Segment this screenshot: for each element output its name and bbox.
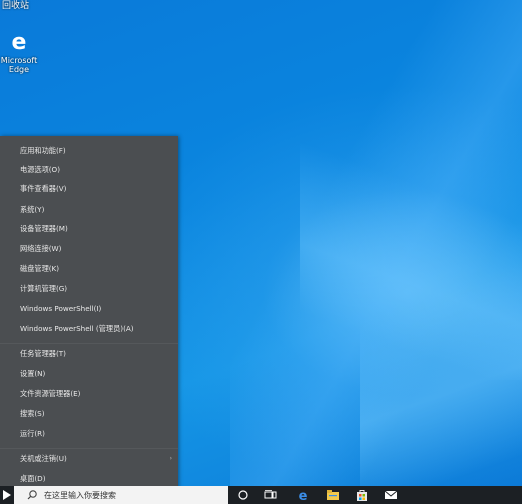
start-icon [3, 490, 11, 500]
edge-icon[interactable]: e [296, 488, 310, 502]
menu-item-network-connections[interactable]: 网络连接(W) [0, 240, 178, 258]
wallpaper-light-beam [360, 260, 522, 500]
wallpaper-light-beam [230, 0, 522, 500]
menu-item-file-explorer[interactable]: 文件资源管理器(E) [0, 385, 178, 403]
svg-text:e: e [299, 489, 308, 502]
edge-icon: e [6, 26, 32, 56]
menu-item-task-manager[interactable]: 任务管理器(T) [0, 345, 178, 363]
menu-item-settings[interactable]: 设置(N) [0, 365, 178, 383]
menu-separator [0, 343, 178, 344]
start-button[interactable] [0, 486, 14, 504]
menu-item-event-viewer[interactable]: 事件查看器(V) [0, 180, 178, 198]
desktop-icon-edge[interactable]: e Microsoft Edge [0, 26, 38, 74]
menu-item-system[interactable]: 系统(Y) [0, 201, 178, 219]
desktop-recycle-bin-label[interactable]: 回收站 [2, 0, 29, 11]
menu-item-disk-management[interactable]: 磁盘管理(K) [0, 260, 178, 278]
menu-item-computer-management[interactable]: 计算机管理(G) [0, 280, 178, 298]
explorer-icon[interactable] [326, 488, 340, 502]
taskbar: 在这里输入你要搜索 e [0, 486, 522, 504]
search-input[interactable]: 在这里输入你要搜索 [44, 490, 116, 501]
taskbar-search-box[interactable]: 在这里输入你要搜索 [14, 486, 228, 504]
menu-item-label: 关机或注销(U) [20, 454, 67, 463]
search-icon [27, 490, 37, 500]
chevron-right-icon: › [169, 455, 172, 462]
desktop-icon-label: Microsoft Edge [0, 56, 38, 74]
task-view-icon[interactable] [264, 488, 278, 502]
winx-quick-link-menu: 应用和功能(F) 电源选项(O) 事件查看器(V) 系统(Y) 设备管理器(M)… [0, 136, 178, 490]
menu-item-search[interactable]: 搜索(S) [0, 405, 178, 423]
menu-item-device-manager[interactable]: 设备管理器(M) [0, 220, 178, 238]
menu-item-run[interactable]: 运行(R) [0, 425, 178, 443]
menu-item-apps-and-features[interactable]: 应用和功能(F) [0, 142, 178, 160]
store-icon[interactable] [355, 488, 369, 502]
cortana-icon[interactable] [236, 488, 250, 502]
menu-item-shutdown-or-sign-out[interactable]: 关机或注销(U) › [0, 450, 178, 468]
mail-icon[interactable] [384, 488, 398, 502]
wallpaper-light-beam [300, 120, 522, 380]
menu-separator [0, 448, 178, 449]
menu-item-powershell-admin[interactable]: Windows PowerShell (管理员)(A) [0, 320, 178, 338]
menu-item-power-options[interactable]: 电源选项(O) [0, 161, 178, 179]
menu-item-powershell[interactable]: Windows PowerShell(I) [0, 300, 178, 318]
svg-text:e: e [12, 30, 27, 53]
